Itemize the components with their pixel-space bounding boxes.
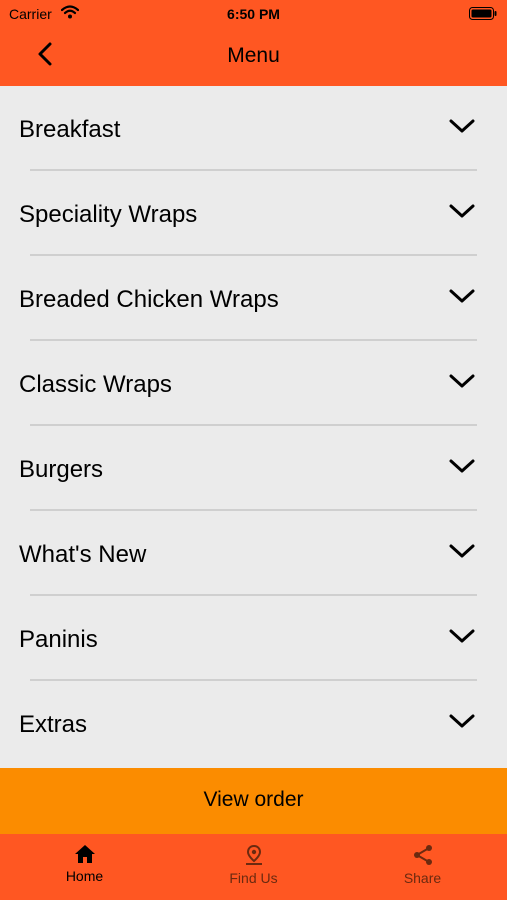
chevron-down-icon <box>449 204 475 218</box>
menu-category-list: Breakfast Speciality Wraps Breaded Chick… <box>0 86 507 768</box>
tab-label: Share <box>403 870 442 886</box>
battery-icon <box>469 7 497 20</box>
menu-category-label: Breaded Chicken Wraps <box>19 286 279 313</box>
menu-category-label: What's New <box>19 541 147 568</box>
menu-category-label: Extras <box>19 711 88 738</box>
menu-category-label: Burgers <box>19 456 104 483</box>
chevron-down-icon <box>449 629 475 643</box>
chevron-down-icon <box>449 119 475 133</box>
status-bar: Carrier 6:50 PM <box>0 0 507 28</box>
menu-category-breaded-chicken-wraps[interactable]: Breaded Chicken Wraps <box>0 256 507 341</box>
chevron-down-icon <box>449 289 475 303</box>
tab-share[interactable]: Share <box>338 834 507 900</box>
menu-category-classic-wraps[interactable]: Classic Wraps <box>0 341 507 426</box>
menu-category-label: Classic Wraps <box>19 371 172 398</box>
home-icon <box>74 845 95 863</box>
chevron-down-icon <box>449 374 475 388</box>
page-title: Menu <box>227 44 280 67</box>
menu-category-paninis[interactable]: Paninis <box>0 596 507 681</box>
tab-find-us[interactable]: Find Us <box>169 834 338 900</box>
map-pin-icon <box>245 844 262 865</box>
menu-category-burgers[interactable]: Burgers <box>0 426 507 511</box>
menu-category-label: Speciality Wraps <box>19 201 198 228</box>
menu-category-label: Paninis <box>19 626 98 653</box>
status-time: 6:50 PM <box>227 6 280 22</box>
chevron-down-icon <box>449 544 475 558</box>
tab-home[interactable]: Home <box>0 834 169 900</box>
chevron-down-icon <box>449 459 475 473</box>
navigation-bar: Menu <box>0 28 507 86</box>
menu-category-speciality-wraps[interactable]: Speciality Wraps <box>0 171 507 256</box>
share-icon <box>413 845 432 865</box>
view-order-label: View order <box>203 788 304 811</box>
menu-category-whats-new[interactable]: What's New <box>0 511 507 596</box>
tab-label: Home <box>65 868 104 884</box>
view-order-button[interactable]: View order <box>0 768 507 834</box>
menu-category-extras[interactable]: Extras <box>0 681 507 766</box>
menu-category-label: Breakfast <box>19 116 121 143</box>
tab-label: Find Us <box>229 870 278 886</box>
tab-bar: Home Find Us Share <box>0 834 507 900</box>
menu-category-breakfast[interactable]: Breakfast <box>0 86 507 171</box>
chevron-down-icon <box>449 714 475 728</box>
